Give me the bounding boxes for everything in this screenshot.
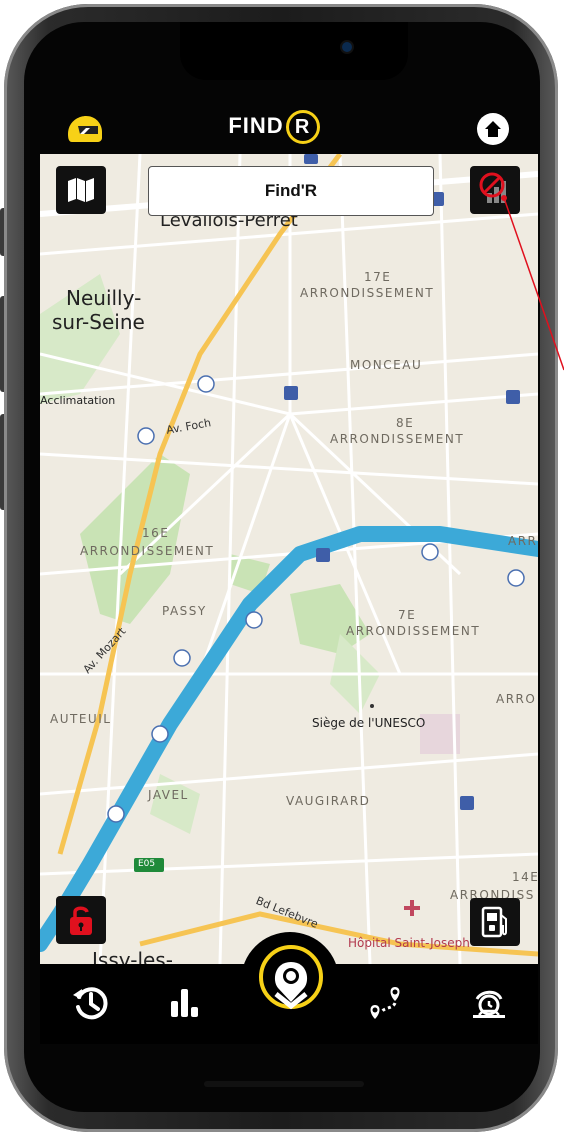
home-icon bbox=[477, 113, 509, 145]
map-label-arr17: ARRONDISSEMENT bbox=[300, 286, 435, 300]
map-label-arr16-num: 16E bbox=[142, 526, 170, 540]
map-label-neuilly-1: Neuilly- bbox=[66, 286, 142, 310]
map-label-arro-right: ARRO bbox=[496, 692, 537, 706]
route-icon bbox=[370, 987, 400, 1019]
map-label-monceau: MONCEAU bbox=[350, 358, 423, 372]
map-label-javel: JAVEL bbox=[148, 788, 189, 802]
fuel-pump-icon bbox=[481, 906, 507, 938]
map-book-icon bbox=[68, 178, 94, 202]
map-label-acclimatation: l'Acclimatation bbox=[40, 394, 116, 407]
history-icon bbox=[73, 987, 108, 1020]
map-label-arr14-num: 14E bbox=[512, 870, 538, 884]
nav-statistics[interactable] bbox=[158, 976, 212, 1030]
home-indicator[interactable] bbox=[204, 1081, 364, 1087]
map-label-arr-right-top: ARR bbox=[508, 534, 538, 548]
map-label-unesco: Siège de l'UNESCO bbox=[312, 716, 426, 730]
map-label-passy: PASSY bbox=[162, 604, 207, 618]
map-label-arr7-num: 7E bbox=[398, 608, 417, 622]
nav-history[interactable] bbox=[64, 976, 118, 1030]
map-base bbox=[40, 154, 538, 964]
map-label-arr17-num: 17E bbox=[364, 270, 392, 284]
map-label-neuilly-2: sur-Seine bbox=[52, 310, 145, 334]
app-title-text: FIND bbox=[228, 112, 284, 138]
map-search-text: Find'R bbox=[264, 181, 318, 200]
helmet-icon bbox=[68, 116, 102, 142]
map-label-hopital: Hôpital Saint-Joseph bbox=[348, 936, 470, 950]
map-label-vaugirard: VAUGIRARD bbox=[286, 794, 371, 808]
app-title-badge: R bbox=[285, 110, 320, 144]
annotation-pointer-line bbox=[501, 195, 564, 371]
bar-chart-icon bbox=[171, 989, 198, 1017]
helmet-button[interactable] bbox=[64, 112, 104, 146]
lock-button[interactable] bbox=[56, 896, 106, 944]
map-label-issy: Issy-les- bbox=[92, 948, 173, 964]
map-label-arr7: ARRONDISSEMENT bbox=[346, 624, 481, 638]
map-label-arr16: ARRONDISSEMENT bbox=[80, 544, 215, 558]
motorbike-tracking-icon bbox=[473, 990, 505, 1018]
map-label-e05: E05 bbox=[138, 859, 156, 869]
front-camera bbox=[342, 42, 352, 52]
map-view[interactable]: Levallois-Perret Neuilly- sur-Seine l'Ac… bbox=[40, 154, 538, 964]
app-logo-title: FIND R bbox=[214, 110, 334, 144]
map-search-box[interactable]: Find'R bbox=[148, 166, 434, 216]
map-label-arr8-num: 8E bbox=[396, 416, 415, 430]
nav-tracking[interactable] bbox=[462, 976, 516, 1030]
nav-route[interactable] bbox=[360, 976, 414, 1030]
fuel-button[interactable] bbox=[470, 898, 520, 946]
map-label-auteuil: AUTEUIL bbox=[50, 712, 112, 726]
locate-vehicle-button[interactable] bbox=[256, 944, 326, 1014]
unlocked-padlock-icon bbox=[70, 906, 92, 935]
location-pin-icon bbox=[259, 945, 323, 1010]
map-layers-button[interactable] bbox=[56, 166, 106, 214]
map-label-arr8: ARRONDISSEMENT bbox=[330, 432, 465, 446]
notch bbox=[180, 22, 408, 80]
home-button[interactable] bbox=[476, 112, 510, 146]
